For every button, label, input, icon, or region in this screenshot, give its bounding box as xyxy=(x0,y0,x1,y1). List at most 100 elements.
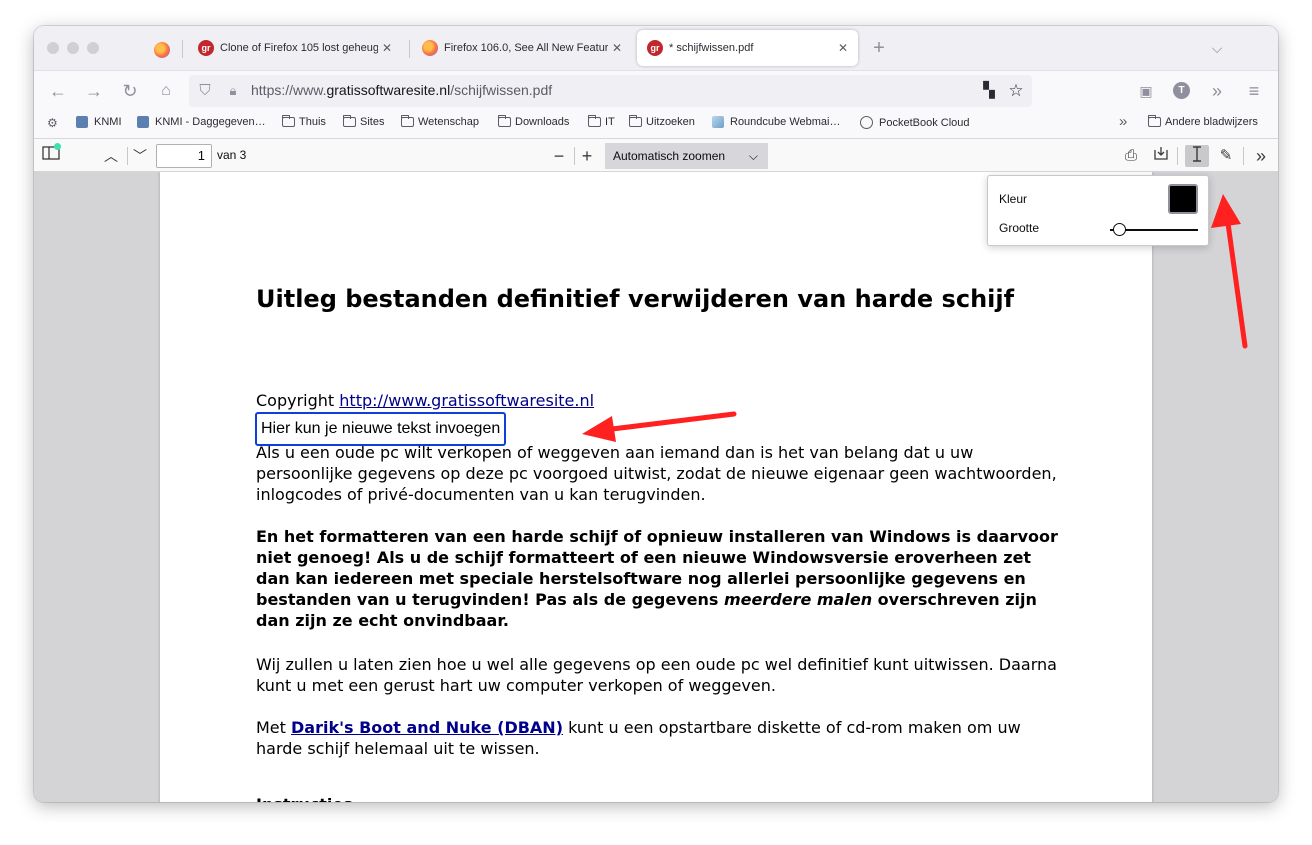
bookmark-knmi-daggegevens[interactable]: KNMI - Daggegeven… xyxy=(137,116,266,128)
freetext-editor-icon[interactable] xyxy=(1185,145,1209,167)
paragraph-dban: Met Darik's Boot and Nuke (DBAN) kunt u … xyxy=(256,718,1021,758)
tab-firefox-106[interactable]: Firefox 106.0, See All New Features ✕ xyxy=(412,28,632,68)
freetext-annotation[interactable]: Hier kun je nieuwe tekst invoegen xyxy=(255,412,507,446)
chevron-down-icon: ⌵ xyxy=(748,149,758,163)
tab-title: Clone of Firefox 105 lost geheugenproble… xyxy=(220,42,378,54)
close-window-button[interactable] xyxy=(47,42,59,54)
forward-arrow-icon[interactable]: → xyxy=(82,79,106,103)
previous-page-icon[interactable]: ︿ xyxy=(100,145,122,167)
knmi-icon xyxy=(76,116,88,128)
color-label: Kleur xyxy=(999,192,1028,206)
bookmark-label: Uitzoeken xyxy=(646,116,695,128)
folder-icon xyxy=(498,115,511,127)
bookmark-other-bookmarks[interactable]: Andere bladwijzers xyxy=(1148,115,1258,128)
emphasis-text: meerdere malen xyxy=(724,590,873,609)
zoom-in-icon[interactable]: + xyxy=(576,145,598,167)
bookmark-label: Thuis xyxy=(299,116,326,128)
copyright-link[interactable]: http://www.gratissoftwaresite.nl xyxy=(339,391,594,410)
bookmark-roundcube[interactable]: Roundcube Webmai… xyxy=(712,116,840,128)
zoom-window-button[interactable] xyxy=(87,42,99,54)
url-text[interactable]: https://www.gratissoftwaresite.nl/schijf… xyxy=(251,82,552,98)
bookmarks-toolbar: ⚙ KNMI KNMI - Daggegeven… Thuis Sites We… xyxy=(34,110,1278,138)
avatar-initial: T xyxy=(1178,85,1185,96)
firefox-icon xyxy=(422,40,438,56)
bookmark-folder-wetenschap[interactable]: Wetenschap xyxy=(401,115,479,128)
qr-code-icon[interactable]: ▚ xyxy=(977,79,1001,103)
notification-dot xyxy=(54,143,61,150)
bookmark-label: PocketBook Cloud xyxy=(879,116,970,129)
lock-icon[interactable]: 🔒︎ xyxy=(221,79,245,103)
bookmark-star-icon[interactable]: ☆ xyxy=(1004,79,1028,103)
dban-link[interactable]: Darik's Boot and Nuke (DBAN) xyxy=(291,718,563,737)
zoom-select-value: Automatisch zoomen xyxy=(613,149,726,163)
copyright-line: Copyright http://www.gratissoftwaresite.… xyxy=(256,390,1066,411)
bookmark-label: Roundcube Webmai… xyxy=(730,116,841,128)
paragraph-explanation: Wij zullen u laten zien hoe u wel alle g… xyxy=(256,655,1057,695)
instructions-heading: Instructies xyxy=(256,794,1066,802)
reload-icon[interactable]: ↻ xyxy=(118,79,142,103)
font-size-slider-thumb[interactable] xyxy=(1112,223,1126,236)
new-tab-plus-icon[interactable]: + xyxy=(867,36,891,60)
paragraph-intro: Als u een oude pc wilt verkopen of wegge… xyxy=(256,443,1057,504)
bookmark-label: Andere bladwijzers xyxy=(1165,116,1258,128)
close-tab-icon[interactable]: ✕ xyxy=(382,41,392,55)
overflow-chevrons-icon[interactable]: » xyxy=(1205,79,1229,103)
extensions-icon[interactable]: ▣ xyxy=(1134,79,1158,103)
secondary-toolbar-chevrons-icon[interactable]: » xyxy=(1250,145,1272,167)
list-all-tabs-chevron-icon[interactable]: ⌵ xyxy=(1205,36,1229,60)
bookmark-label: IT xyxy=(605,116,615,128)
bookmark-label: KNMI - Daggegeven… xyxy=(155,116,266,128)
hamburger-menu-icon[interactable]: ≡ xyxy=(1242,79,1266,103)
tab-firefox-105-clone[interactable]: gr Clone of Firefox 105 lost geheugenpro… xyxy=(188,28,402,68)
copyright-label: Copyright xyxy=(256,391,335,410)
bookmark-label: Sites xyxy=(360,116,385,128)
bookmarks-overflow-chevron-icon[interactable]: » xyxy=(1119,113,1127,130)
color-picker-swatch[interactable] xyxy=(1168,184,1198,214)
url-bar[interactable]: ⛉ 🔒︎ https://www.gratissoftwaresite.nl/s… xyxy=(189,75,1032,107)
next-page-icon[interactable]: ﹀ xyxy=(129,145,151,167)
tab-firefox-home[interactable] xyxy=(142,30,182,70)
account-avatar[interactable]: T xyxy=(1173,82,1190,99)
print-icon[interactable]: ⎙ xyxy=(1120,145,1142,167)
zoom-select[interactable]: Automatisch zoomen ⌵ xyxy=(605,143,768,169)
folder-icon xyxy=(1148,115,1161,127)
freetext-parameters-popup: Kleur Grootte xyxy=(987,175,1209,246)
home-icon[interactable]: ⌂ xyxy=(154,79,178,103)
bookmark-label: KNMI xyxy=(94,116,122,128)
bookmark-label: Wetenschap xyxy=(418,116,479,128)
bookmark-folder-it[interactable]: IT xyxy=(588,115,615,128)
bookmark-pocketbook[interactable]: PocketBook Cloud xyxy=(860,116,970,129)
close-tab-icon[interactable]: ✕ xyxy=(838,41,848,55)
globe-icon xyxy=(860,116,873,129)
folder-icon xyxy=(629,115,642,127)
folder-icon xyxy=(343,115,356,127)
bookmark-folder-uitzoeken[interactable]: Uitzoeken xyxy=(629,115,695,128)
bookmark-folder-downloads[interactable]: Downloads xyxy=(498,115,569,128)
zoom-out-icon[interactable]: − xyxy=(548,145,570,167)
back-arrow-icon[interactable]: ← xyxy=(46,79,70,103)
tab-schijfwissen-pdf[interactable]: gr * schijfwissen.pdf ✕ xyxy=(637,30,858,66)
navigation-bar: ← → ↻ ⌂ ⛉ 🔒︎ https://www.gratissoftwares… xyxy=(34,70,1278,110)
save-download-icon[interactable] xyxy=(1150,145,1172,167)
gratissoftware-icon: gr xyxy=(647,40,663,56)
folder-icon xyxy=(282,115,295,127)
sidebar-toggle-icon[interactable] xyxy=(40,143,62,167)
settings-gear-icon: ⚙ xyxy=(47,116,58,130)
roundcube-icon xyxy=(712,116,724,128)
tab-title: * schijfwissen.pdf xyxy=(669,42,754,54)
gratissoftware-icon: gr xyxy=(198,40,214,56)
knmi-icon xyxy=(137,116,149,128)
pdf-page: Uitleg bestanden definitief verwijderen … xyxy=(160,172,1152,802)
bookmark-folder-sites[interactable]: Sites xyxy=(343,115,385,128)
minimize-window-button[interactable] xyxy=(67,42,79,54)
pdf-viewer: Uitleg bestanden definitief verwijderen … xyxy=(34,172,1278,802)
bookmark-folder-thuis[interactable]: Thuis xyxy=(282,115,326,128)
tab-title: Firefox 106.0, See All New Features xyxy=(444,42,608,54)
ink-editor-pencil-icon[interactable]: ✎ xyxy=(1215,145,1237,167)
bookmark-knmi[interactable]: KNMI xyxy=(76,116,122,128)
page-number-input[interactable]: 1 xyxy=(156,144,212,168)
close-tab-icon[interactable]: ✕ xyxy=(612,41,622,55)
pdf-toolbar: ︿ ﹀ 1 van 3 − + Automatisch zoomen ⌵ ⎙ ✎ … xyxy=(34,138,1278,172)
shield-icon[interactable]: ⛉ xyxy=(193,79,217,103)
bookmark-icon-only[interactable]: ⚙ xyxy=(47,116,58,130)
